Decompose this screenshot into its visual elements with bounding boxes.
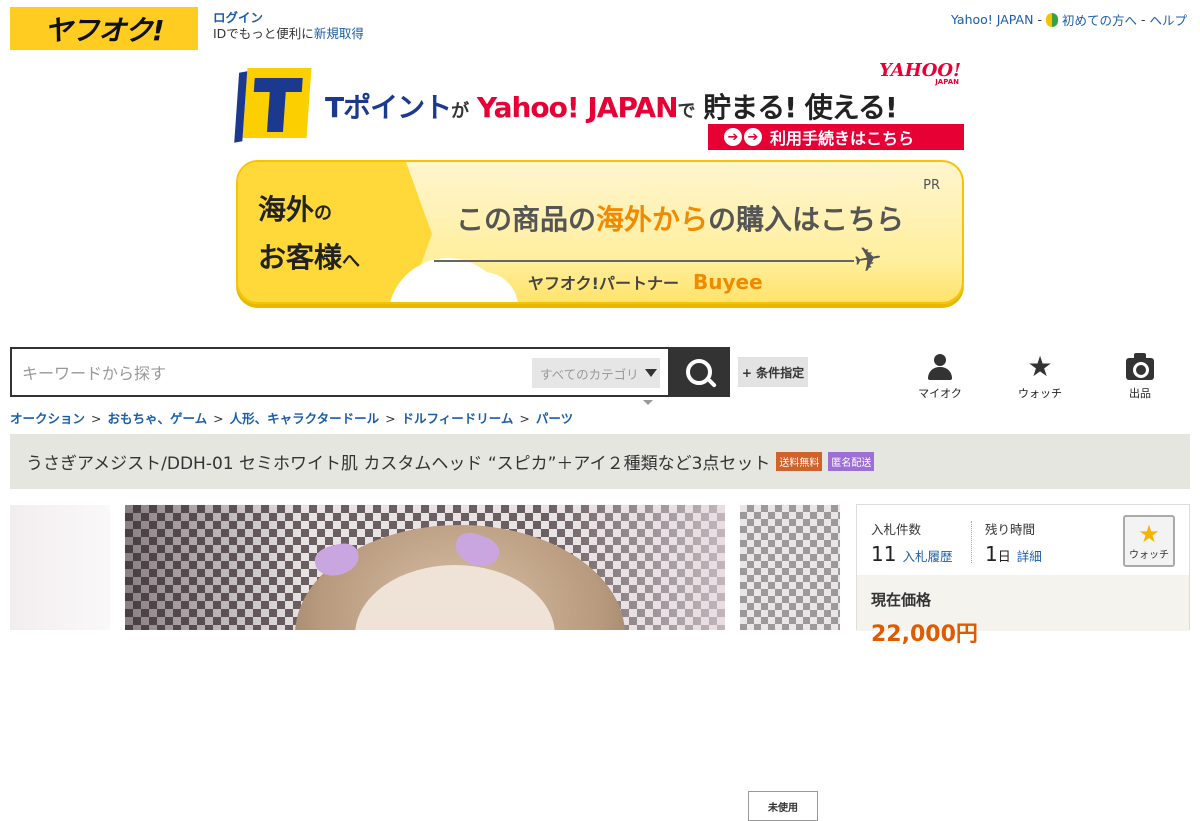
prev-image-thumbnail[interactable] (10, 505, 110, 630)
condition-button[interactable]: + 条件指定 (738, 357, 808, 387)
breadcrumb-item[interactable]: おもちゃ、ゲーム (107, 411, 207, 426)
bid-info-box: 入札件数 11 入札履歴 残り時間 1日 詳細 ★ ウォッチ 現在価格 22,000… (856, 504, 1190, 647)
dropdown-arrow-icon (644, 369, 657, 377)
yahoo-japan-logo-sub: JAPAN (935, 78, 959, 86)
partner-line: ヤフオク!パートナー Buyee (528, 270, 763, 294)
yafuoku-logo[interactable]: ヤフオク! (10, 7, 198, 50)
bid-history-link[interactable]: 入札履歴 (902, 549, 952, 564)
anonymous-shipping-badge: 匿名配送 (828, 452, 875, 471)
next-image-thumbnail[interactable] (740, 505, 840, 630)
nav-icons: マイオク ★ ウォッチ 出品 (890, 353, 1190, 401)
yahoo-japan-link[interactable]: Yahoo! JAPAN (951, 12, 1033, 27)
free-shipping-badge: 送料無料 (776, 452, 823, 471)
beginner-mark-icon (1045, 12, 1058, 27)
watch-list-button[interactable]: ★ ウォッチ (990, 353, 1090, 401)
login-sub-text: IDでもっと便利に (213, 26, 314, 41)
overseas-customer-panel: 海外の お客様へ (238, 162, 432, 302)
category-select[interactable]: すべてのカテゴリ (532, 358, 660, 388)
help-link[interactable]: ヘルプ (1149, 10, 1187, 29)
sell-button[interactable]: 出品 (1090, 353, 1190, 401)
breadcrumb-item[interactable]: オークション (10, 411, 85, 426)
detail-link[interactable]: 詳細 (1017, 549, 1042, 564)
tpoint-banner[interactable]: Tポイントが Yahoo! JAPANで 貯まる! 使える! YAHOO! JA… (234, 62, 965, 152)
buyee-banner[interactable]: 海外の お客様へ PR この商品の海外からの購入はこちら ✈ ヤフオク!パートナ… (236, 160, 964, 304)
main-item-image[interactable] (125, 505, 725, 630)
overseas-customer-text: 海外の お客様へ (258, 193, 361, 274)
flight-line (434, 260, 854, 262)
buyee-message: この商品の海外からの購入はこちら (456, 203, 905, 236)
camera-icon (1126, 353, 1154, 380)
chevron-down-icon (643, 400, 653, 405)
airplane-icon: ✈ (850, 237, 886, 283)
breadcrumb-item[interactable]: パーツ (536, 411, 573, 426)
item-title: うさぎアメジスト/DDH-01 セミホワイト肌 カスタムヘッド “スピカ”＋アイ… (26, 454, 771, 474)
item-title-bar: うさぎアメジスト/DDH-01 セミホワイト肌 カスタムヘッド “スピカ”＋アイ… (10, 434, 1190, 821)
user-icon (928, 354, 952, 380)
star-icon: ★ (1138, 519, 1160, 548)
remaining-time: 残り時間 1日 詳細 (985, 522, 1042, 566)
search-bar: すべてのカテゴリ (10, 347, 730, 397)
tpoint-logo-icon (234, 68, 312, 143)
breadcrumb-item[interactable]: ドルフィードリーム (402, 411, 514, 426)
my-auction-button[interactable]: マイオク (890, 353, 990, 401)
arrow-icon: ➔ ➔ (724, 128, 762, 146)
login-area: ログイン IDでもっと便利に新規取得 (213, 10, 364, 42)
price-value: 22,000円 (871, 622, 978, 647)
search-input[interactable] (22, 361, 522, 385)
buyee-logo: Buyee (692, 270, 763, 294)
watch-button[interactable]: ★ ウォッチ (1123, 515, 1175, 567)
signup-link[interactable]: 新規取得 (314, 26, 364, 41)
condition-badge: 未使用 (748, 791, 818, 821)
current-price-area: 現在価格 22,000円 (857, 575, 1189, 647)
search-button[interactable] (668, 347, 730, 397)
tpoint-headline: Tポイントが Yahoo! JAPANで 貯まる! 使える! (325, 91, 898, 124)
bid-count: 入札件数 11 入札履歴 (871, 522, 953, 566)
pr-label: PR (923, 178, 940, 193)
tpoint-signup-button[interactable]: ➔ ➔ 利用手続きはこちら (708, 124, 964, 150)
breadcrumb: オークション > おもちゃ、ゲーム > 人形、キャラクタードール > ドルフィー… (10, 411, 574, 426)
star-icon: ★ (1027, 350, 1053, 383)
beginner-link[interactable]: 初めての方へ (1062, 10, 1137, 29)
search-icon (686, 359, 712, 385)
top-links: Yahoo! JAPAN - 初めての方へ - ヘルプ (951, 10, 1187, 29)
price-label: 現在価格 (871, 591, 932, 609)
divider (971, 521, 972, 563)
login-link[interactable]: ログイン (213, 10, 263, 25)
breadcrumb-item[interactable]: 人形、キャラクタードール (230, 411, 380, 426)
